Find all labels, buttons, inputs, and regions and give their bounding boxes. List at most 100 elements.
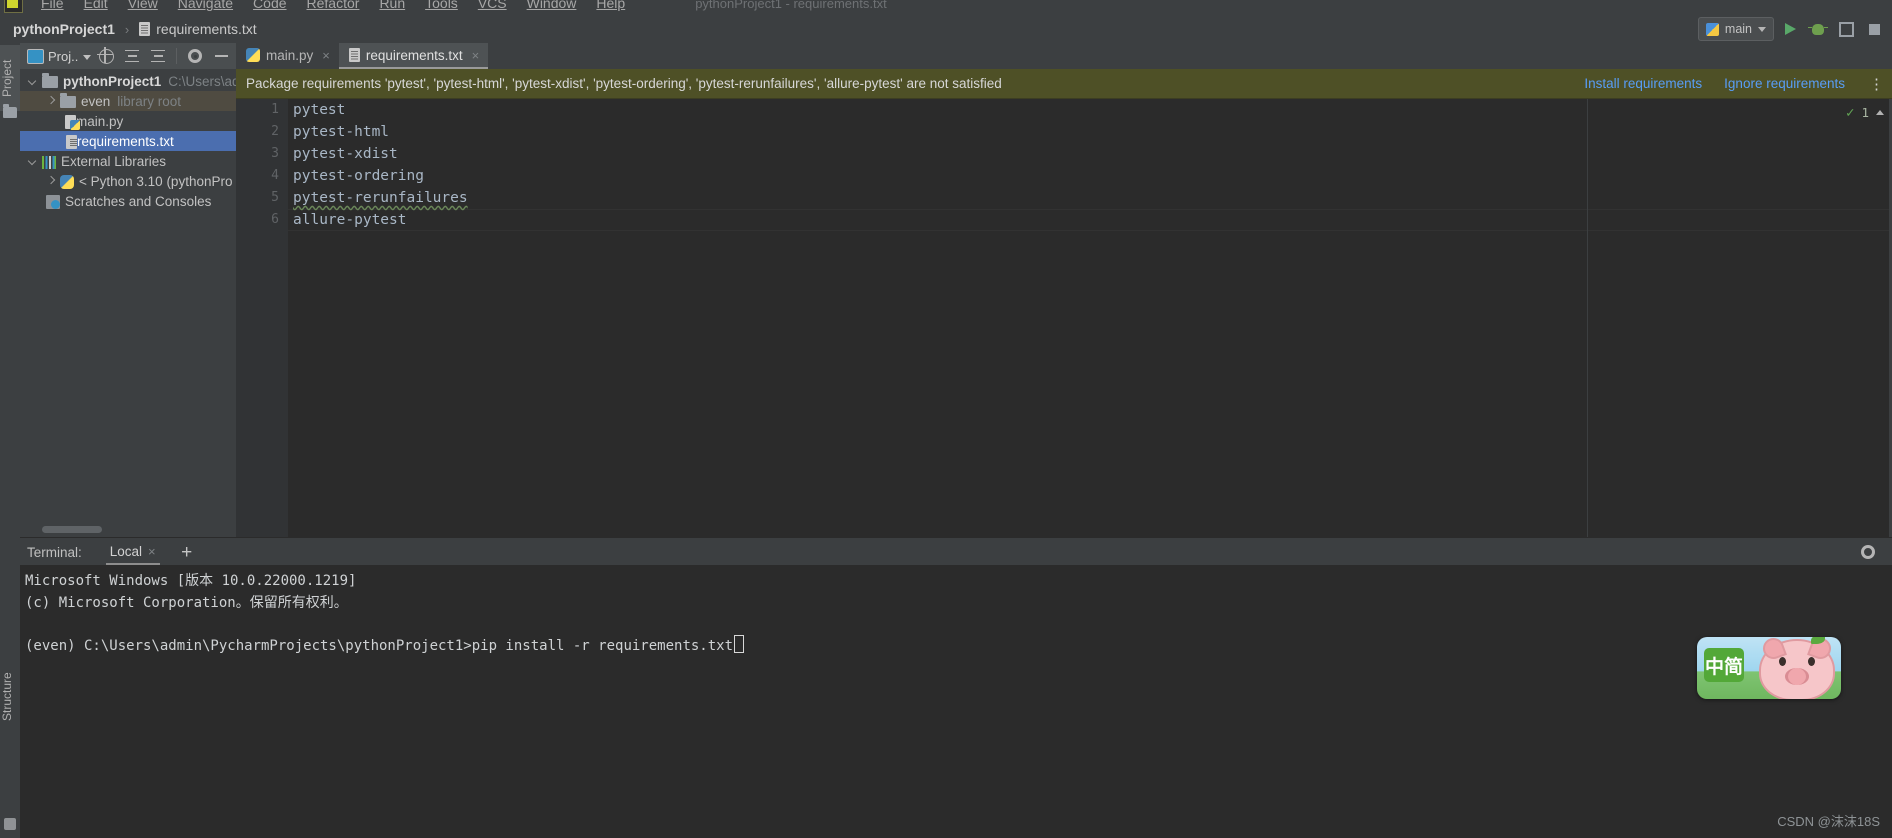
code-line: pytest-ordering [293, 168, 424, 184]
hide-panel-button[interactable] [210, 45, 232, 67]
breadcrumb-file[interactable]: requirements.txt [136, 21, 259, 37]
more-options-icon[interactable]: ⋮ [1867, 75, 1886, 93]
run-configuration-selector[interactable]: main [1697, 17, 1774, 41]
editor-gutter[interactable]: 1 2 3 4 5 6 [236, 99, 288, 537]
tree-row[interactable]: Scratches and Consoles [20, 191, 236, 211]
python-config-icon [1705, 22, 1719, 36]
run-button[interactable] [1778, 17, 1802, 41]
pig-eye-right-icon [1808, 657, 1815, 666]
banner-message: Package requirements 'pytest', 'pytest-h… [246, 76, 1002, 91]
chevron-right-icon[interactable] [46, 96, 57, 107]
locate-icon [96, 46, 114, 64]
terminal-panel-title: Terminal: [27, 544, 82, 560]
menu-tools-label: Tools [425, 0, 458, 11]
chevron-down-icon[interactable] [83, 55, 92, 60]
menu-refactor-label: Refactor [306, 0, 360, 11]
terminal-line: Microsoft Windows [版本 10.0.22000.1219] [25, 573, 357, 589]
play-icon [1784, 23, 1796, 35]
terminal-cursor [734, 635, 745, 653]
watermark: CSDN @沫沫18S [1777, 814, 1880, 829]
breadcrumb-project[interactable]: pythonProject1 [10, 21, 118, 37]
caret-line-highlight [288, 209, 1892, 231]
chevron-up-icon[interactable] [1876, 110, 1884, 115]
tree-item-sublabel: library root [117, 93, 182, 109]
ime-mode-badge[interactable]: 中简 [1704, 648, 1744, 682]
tab-requirements-txt[interactable]: requirements.txt × [338, 43, 489, 69]
menu-run[interactable]: Run [369, 0, 415, 11]
menu-code[interactable]: Code [243, 0, 296, 11]
collapse-all-icon [151, 49, 166, 63]
bug-icon [1808, 23, 1828, 35]
menu-window[interactable]: Window [517, 0, 587, 11]
tree-row[interactable]: even library root [20, 91, 236, 111]
python-file-icon [246, 48, 260, 62]
ime-pig-mascot[interactable]: 中简 [1697, 637, 1841, 699]
line-number: 1 [271, 102, 279, 117]
left-tool-strip: Project Structure [0, 43, 21, 838]
ignore-requirements-link[interactable]: Ignore requirements [1724, 76, 1845, 91]
line-number: 4 [271, 168, 279, 183]
library-icon [42, 155, 56, 169]
code-content[interactable]: pytest pytest-html pytest-xdist pytest-o… [288, 99, 1892, 537]
menu-refactor[interactable]: Refactor [297, 0, 370, 11]
chevron-down-icon[interactable] [28, 156, 39, 167]
add-terminal-tab-button[interactable]: + [178, 543, 196, 562]
terminal-output[interactable]: Microsoft Windows [版本 10.0.22000.1219] (… [20, 565, 1892, 838]
close-icon[interactable]: × [472, 48, 480, 63]
stop-icon [1868, 23, 1880, 35]
folder-icon[interactable] [3, 104, 17, 118]
locate-file-button[interactable] [95, 45, 117, 67]
folder-icon [42, 73, 58, 88]
tree-row[interactable]: pythonProject1 C:\Users\ad [20, 71, 240, 91]
close-icon[interactable]: × [322, 48, 330, 63]
tree-item-sublabel: C:\Users\ad [168, 73, 240, 89]
tree-item-label: External Libraries [61, 153, 167, 169]
chevron-down-icon[interactable] [28, 76, 39, 87]
tab-label: requirements.txt [365, 47, 463, 63]
favorites-icon[interactable] [4, 818, 16, 830]
text-file-icon [348, 48, 360, 62]
requirements-notification-banner: Package requirements 'pytest', 'pytest-h… [236, 69, 1892, 99]
stop-button[interactable] [1862, 17, 1886, 41]
chevron-right-icon[interactable] [46, 176, 57, 187]
sidebar-item-project[interactable]: Project [0, 45, 20, 111]
expand-all-button[interactable] [121, 45, 143, 67]
coverage-button[interactable] [1834, 17, 1858, 41]
menu-tools[interactable]: Tools [415, 0, 468, 11]
menu-vcs[interactable]: VCS [468, 0, 517, 11]
menu-help[interactable]: Help [586, 0, 635, 11]
code-editor[interactable]: 1 2 3 4 5 6 pytest pytest-html pytest-xd… [236, 99, 1892, 537]
terminal-settings-button[interactable] [1858, 542, 1878, 562]
project-settings-button[interactable] [184, 45, 206, 67]
menu-view-label: View [127, 0, 158, 11]
tab-label: main.py [266, 47, 314, 63]
close-icon[interactable]: × [148, 544, 156, 559]
tree-row[interactable]: main.py [20, 111, 236, 131]
line-number: 6 [271, 212, 279, 227]
tab-main-py[interactable]: main.py × [236, 43, 339, 69]
sidebar-item-structure[interactable]: Structure [0, 657, 20, 737]
tree-row[interactable]: < Python 3.10 (pythonPro [20, 171, 236, 191]
tree-item-label: Scratches and Consoles [65, 193, 212, 209]
menu-vcs-label: VCS [477, 0, 507, 11]
debug-button[interactable] [1806, 17, 1830, 41]
folder-icon [60, 93, 76, 108]
menu-edit[interactable]: Edit [74, 0, 118, 11]
project-panel-horizontal-scrollbar[interactable] [42, 526, 102, 533]
tree-row[interactable]: External Libraries [20, 151, 236, 171]
text-file-icon [66, 134, 77, 149]
install-requirements-link[interactable]: Install requirements [1584, 76, 1702, 91]
menu-view[interactable]: View [118, 0, 168, 11]
menu-run-label: Run [379, 0, 406, 11]
run-with-coverage-icon [1838, 21, 1854, 37]
tree-item-label: main.py [76, 113, 124, 129]
collapse-all-button[interactable] [147, 45, 169, 67]
tree-row[interactable]: requirements.txt [20, 131, 236, 151]
inspection-widget[interactable]: ✓ 1 [1846, 105, 1884, 120]
menu-navigate[interactable]: Navigate [168, 0, 243, 11]
menu-file[interactable]: File [31, 0, 74, 11]
python-sdk-icon [60, 174, 74, 189]
terminal-tab-bar: Terminal: Local × + [20, 537, 1892, 566]
navigation-bar: pythonProject1 › requirements.txt main [0, 15, 1892, 43]
terminal-tab-local[interactable]: Local × [105, 539, 160, 565]
